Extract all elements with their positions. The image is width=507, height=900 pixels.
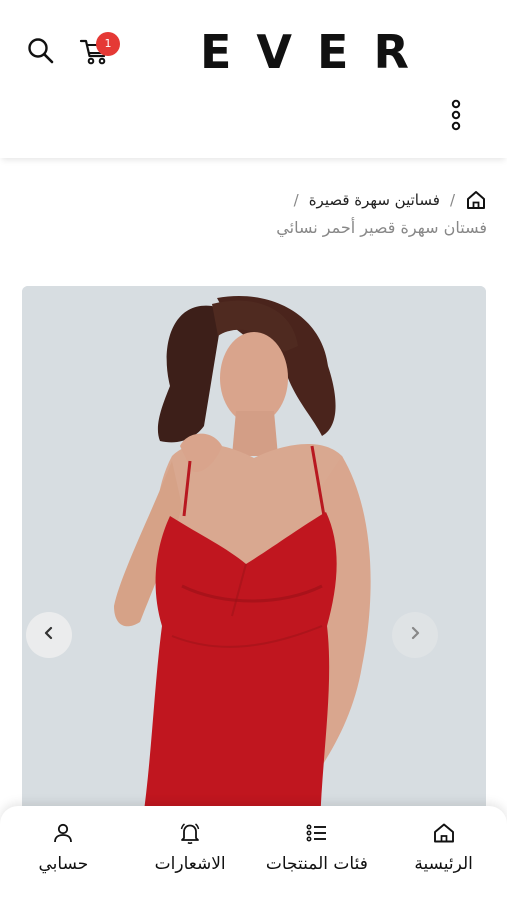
nav-item-home[interactable]: الرئيسية: [380, 806, 507, 900]
nav-label-home: الرئيسية: [414, 854, 473, 874]
nav-label-categories: فئات المنتجات: [265, 854, 368, 874]
nav-label-account: حسابي: [38, 854, 89, 874]
gallery-prev-button[interactable]: [26, 612, 72, 658]
home-icon[interactable]: [465, 189, 487, 211]
product-image[interactable]: [22, 286, 486, 826]
breadcrumb-current: فستان سهرة قصير أحمر نسائي: [276, 218, 487, 237]
nav-item-categories[interactable]: فئات المنتجات: [254, 806, 381, 900]
nav-label-notifications: الاشعارات: [154, 854, 226, 874]
brand-logo[interactable]: EVER: [200, 22, 440, 82]
breadcrumb-separator: /: [293, 191, 299, 209]
user-icon: [50, 820, 76, 846]
breadcrumb-category-link[interactable]: فساتين سهرة قصيرة: [309, 191, 440, 209]
search-icon[interactable]: [26, 36, 56, 66]
home-icon: [431, 820, 457, 846]
list-icon: [304, 820, 330, 846]
bottom-navigation: الرئيسية فئات المنتجات الاشعارات حسابي: [0, 806, 507, 900]
breadcrumb-separator: /: [449, 191, 455, 209]
top-header: EVER 1: [0, 0, 507, 158]
nav-item-notifications[interactable]: الاشعارات: [127, 806, 254, 900]
cart-count-badge: 1: [96, 32, 120, 56]
gallery-next-button[interactable]: [392, 612, 438, 658]
chevron-left-icon: [41, 625, 57, 645]
nav-item-account[interactable]: حسابي: [0, 806, 127, 900]
bell-icon: [177, 820, 203, 846]
more-options-icon[interactable]: [446, 98, 466, 132]
breadcrumb: / فساتين سهرة قصيرة /: [294, 186, 487, 214]
chevron-right-icon: [407, 625, 423, 645]
